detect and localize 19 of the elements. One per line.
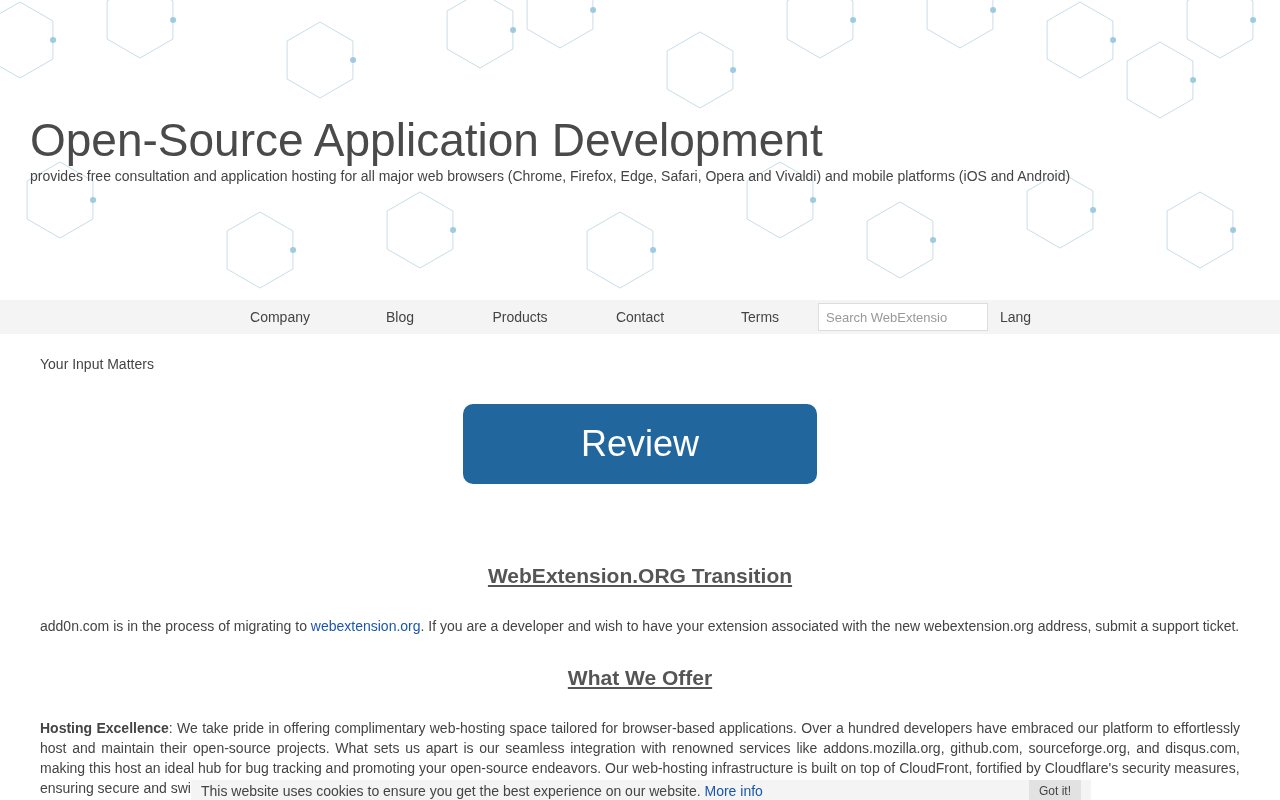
more-info-link[interactable]: More info bbox=[704, 783, 763, 799]
language-link[interactable]: Lang bbox=[1000, 309, 1032, 325]
nav-link[interactable]: Blog bbox=[340, 309, 460, 325]
cookie-message: This website uses cookies to ensure you get the best experience on our website. More info bbox=[201, 782, 764, 800]
section-heading: WebExtension.ORG Transition bbox=[487, 564, 793, 588]
site-tagline: provides free consultation and application hosting for all major web browsers (Chrome, Firefox, Edge, Safari, Opera and Vivaldi) and mobile platforms (iOS and Android) bbox=[30, 168, 1072, 184]
inline-link[interactable]: webextension.org bbox=[310, 618, 421, 634]
nav-link[interactable]: Products bbox=[460, 309, 580, 325]
accept-cookies-button[interactable]: Got it! bbox=[1028, 780, 1081, 800]
nav-link[interactable]: Terms bbox=[700, 309, 820, 325]
section-heading: What We Offer bbox=[567, 666, 713, 690]
site-title: Open-Source Application Development bbox=[30, 114, 824, 166]
nav-link[interactable]: Company bbox=[220, 309, 340, 325]
intro-text: Your Input Matters bbox=[40, 355, 155, 374]
paragraph-last-line: ensuring secure and swi bbox=[40, 779, 191, 798]
review-button[interactable]: Review bbox=[463, 404, 817, 484]
nav-link[interactable]: Contact bbox=[580, 309, 700, 325]
search-field[interactable]: Search WebExtensio bbox=[818, 303, 988, 331]
section-paragraph: add0n.com is in the process of migrating to webextension.org. If you are a developer and wish to have your extension associated with the new webextension.org address, submit a support ticket. bbox=[40, 617, 1240, 636]
